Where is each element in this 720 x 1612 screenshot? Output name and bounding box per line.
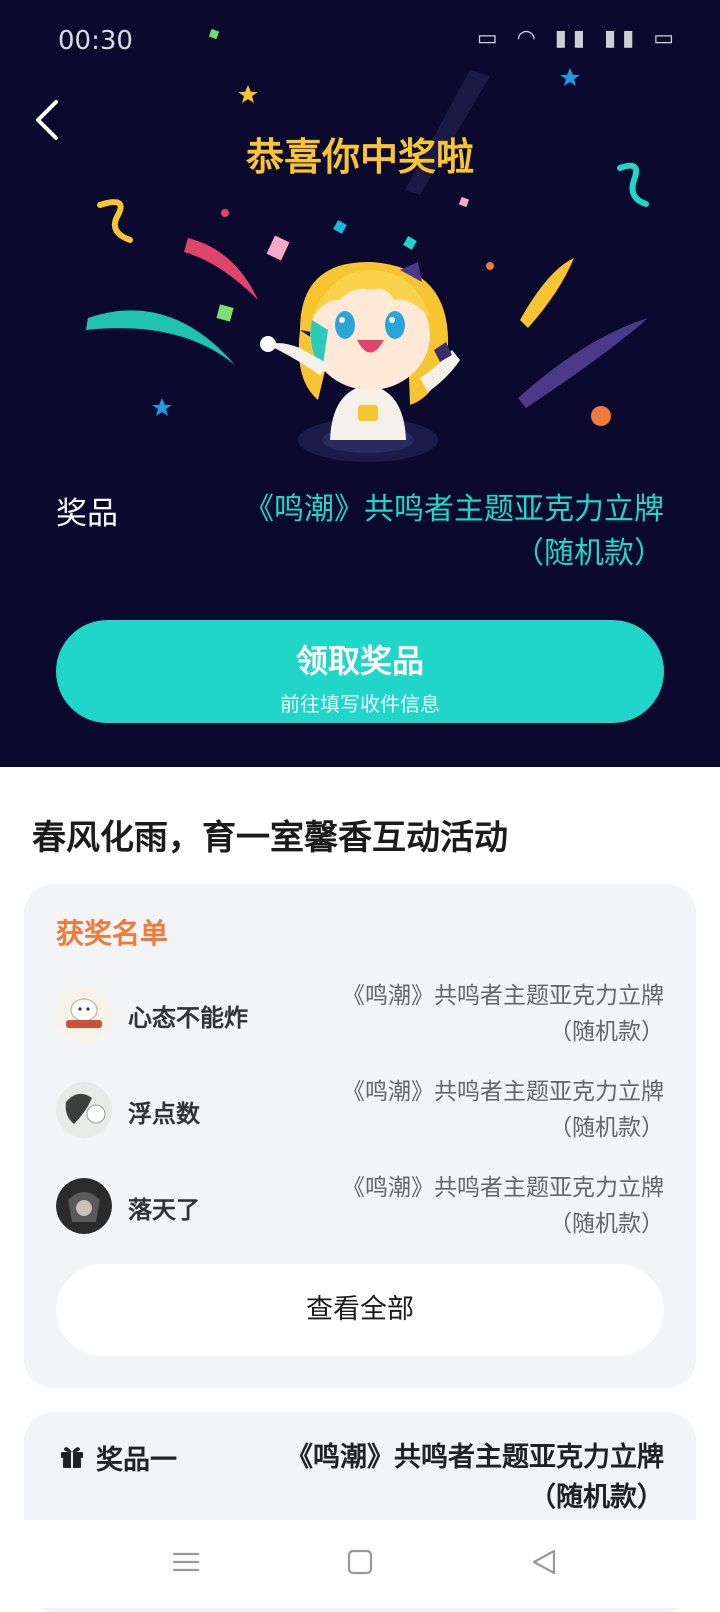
claim-prize-label: 领取奖品 xyxy=(295,642,424,680)
status-time: 00:30 xyxy=(58,26,133,56)
menu-icon[interactable] xyxy=(166,1542,206,1582)
prize-name: 《鸣潮》共鸣者主题亚克力立牌（随机款） xyxy=(244,492,664,571)
gift-icon xyxy=(61,1447,83,1468)
winner-row: 落天了 《鸣潮》共鸣者主题亚克力立牌（随机款） xyxy=(56,1170,664,1250)
winner-name: 落天了 xyxy=(128,1196,200,1224)
avatar xyxy=(56,1178,112,1234)
winner-prize: 《鸣潮》共鸣者主题亚克力立牌（随机款） xyxy=(342,1175,664,1237)
hero-banner: 00:30 ▭ ◠ ▮▮ ▮▮ ▭ 恭喜你中奖啦 奖品 《鸣潮》共鸣者主题亚克力… xyxy=(0,0,720,767)
winner-prize: 《鸣潮》共鸣者主题亚克力立牌（随机款） xyxy=(342,1079,664,1141)
winner-row: 心态不能炸 《鸣潮》共鸣者主题亚克力立牌（随机款） xyxy=(56,978,664,1058)
claim-prize-sublabel: 前往填写收件信息 xyxy=(280,692,440,716)
home-icon[interactable] xyxy=(340,1542,380,1582)
system-nav-bar xyxy=(0,1520,720,1608)
congrats-title: 恭喜你中奖啦 xyxy=(245,135,474,179)
nav-back-icon[interactable] xyxy=(524,1542,564,1582)
winners-card: 获奖名单 心态不能炸 《鸣潮》共鸣者主题亚克力立牌（随机款） 浮点数 《鸣潮》共… xyxy=(24,884,696,1388)
winner-name: 心态不能炸 xyxy=(128,1004,248,1032)
status-icons: ▭ ◠ ▮▮ ▮▮ ▭ xyxy=(476,26,680,51)
claim-prize-button[interactable]: 领取奖品 前往填写收件信息 xyxy=(56,620,664,723)
winner-prize: 《鸣潮》共鸣者主题亚克力立牌（随机款） xyxy=(342,983,664,1045)
winners-section-title: 获奖名单 xyxy=(56,917,169,950)
avatar xyxy=(56,986,112,1042)
prize-item-label: 奖品一 xyxy=(96,1445,177,1476)
prize-item-name: 《鸣潮》共鸣者主题亚克力立牌（随机款） xyxy=(286,1442,664,1513)
activity-title: 春风化雨，育一室馨香互动活动 xyxy=(32,818,508,858)
view-all-button[interactable]: 查看全部 xyxy=(56,1264,664,1356)
prize-label: 奖品 xyxy=(56,496,118,532)
winner-row: 浮点数 《鸣潮》共鸣者主题亚克力立牌（随机款） xyxy=(56,1074,664,1154)
avatar xyxy=(56,1082,112,1138)
winner-name: 浮点数 xyxy=(128,1100,200,1128)
